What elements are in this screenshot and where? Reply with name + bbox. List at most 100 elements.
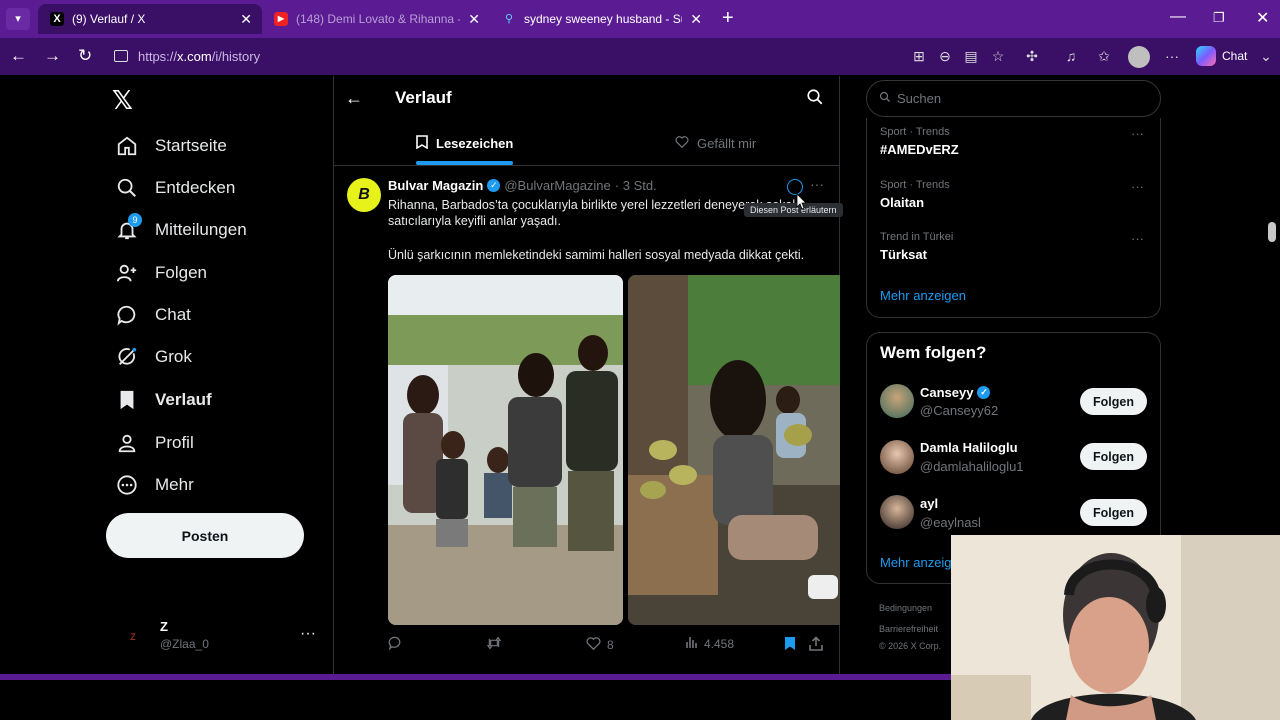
account-handle[interactable]: @Zlaa_0	[160, 637, 209, 651]
sidebar-item-verlauf[interactable]: Verlauf	[114, 384, 212, 416]
tweet-more-icon[interactable]: ···	[810, 176, 824, 192]
footer-link[interactable]: Barrierefreiheit	[879, 624, 938, 634]
account-avatar[interactable]: Z	[122, 626, 144, 648]
footer-link[interactable]: Bedingungen	[879, 603, 932, 613]
search-icon[interactable]	[806, 88, 824, 111]
favorites-icon[interactable]: ✩	[1096, 48, 1112, 64]
suggestion-handle: @damlahaliloglu1	[920, 459, 1024, 474]
tab-title: (9) Verlauf / X	[72, 12, 146, 26]
settings-more-icon[interactable]: ···	[1164, 48, 1180, 64]
back-icon[interactable]: ←	[10, 46, 27, 66]
like-button[interactable]: 8	[586, 636, 614, 653]
sidebar-item-label: Startseite	[155, 136, 227, 155]
scrollbar-thumb[interactable]	[1268, 222, 1276, 242]
sidebar-item-mitteilungen[interactable]: 9 Mitteilungen	[114, 213, 247, 246]
sidebar-item-chat[interactable]: Chat	[114, 299, 191, 331]
close-window-icon[interactable]: ✕	[1256, 8, 1269, 28]
reply-button[interactable]	[388, 636, 409, 653]
tab-label: Gefällt mir	[697, 135, 757, 151]
browser-tab-active[interactable]: X (9) Verlauf / X ✕	[38, 4, 262, 34]
avatar[interactable]	[880, 495, 914, 529]
heart-icon	[586, 636, 601, 653]
back-arrow-icon[interactable]: ←	[345, 88, 363, 109]
sidebar-item-mehr[interactable]: Mehr	[114, 469, 194, 501]
notification-badge: 9	[128, 213, 142, 227]
tweet-author-avatar[interactable]: B	[347, 178, 381, 212]
suggestion-name[interactable]: Canseyy ✓	[920, 385, 994, 400]
forward-icon[interactable]: →	[44, 46, 61, 66]
tab-lesezeichen[interactable]: Lesezeichen	[416, 135, 513, 152]
bookmark-filled-icon[interactable]	[784, 636, 796, 656]
trend-more-icon[interactable]: ···	[1131, 126, 1144, 141]
tweet-author-handle[interactable]: @BulvarMagazine	[504, 178, 610, 193]
views-button[interactable]: 4.458	[686, 636, 734, 651]
show-more-suggestions-link[interactable]: Mehr anzeig	[880, 555, 952, 570]
suggestion-name[interactable]: Damla Haliloglu	[920, 440, 1018, 455]
trend-name[interactable]: Olaitan	[880, 195, 924, 210]
sidebar-item-profil[interactable]: Profil	[114, 427, 194, 459]
copilot-chat-label: Chat	[1222, 49, 1248, 63]
favorite-star-icon[interactable]: ☆	[990, 48, 1006, 64]
tweet-image-2[interactable]	[628, 275, 840, 625]
follow-button[interactable]: Folgen	[1080, 499, 1147, 526]
suggestion-name[interactable]: ayl	[920, 496, 938, 511]
webcam-overlay	[951, 535, 1280, 720]
more-circle-icon	[114, 472, 140, 498]
tweet-time[interactable]: · 3 Std.	[615, 178, 657, 193]
extensions-icon[interactable]: ✣	[1024, 48, 1040, 64]
sidebar-item-startseite[interactable]: Startseite	[114, 130, 227, 162]
close-tab-icon[interactable]: ✕	[690, 11, 702, 28]
trend-name[interactable]: Türksat	[880, 247, 927, 262]
copilot-chat-button[interactable]: Chat	[1196, 46, 1247, 66]
post-button[interactable]: Posten	[106, 513, 304, 558]
sidebar-item-folgen[interactable]: Folgen	[114, 257, 207, 289]
browser-toolbar: ← → ↻ https://x.com/i/history ⊞ ⊖ ▤ ☆ ✣ …	[0, 38, 1280, 75]
close-tab-icon[interactable]: ✕	[468, 11, 480, 28]
chat-icon	[114, 302, 140, 328]
browser-tab[interactable]: ▶ (148) Demi Lovato & Rihanna - St ✕	[262, 4, 490, 34]
app-available-icon[interactable]: ⊞	[911, 48, 927, 64]
follow-button[interactable]: Folgen	[1080, 443, 1147, 470]
sidebar-item-entdecken[interactable]: Entdecken	[114, 172, 235, 204]
browser-essentials-icon[interactable]: ♫	[1063, 48, 1079, 64]
follow-button[interactable]: Folgen	[1080, 388, 1147, 415]
show-more-trends-link[interactable]: Mehr anzeigen	[880, 288, 966, 303]
trend-more-icon[interactable]: ···	[1131, 231, 1144, 246]
share-icon[interactable]	[809, 636, 823, 656]
reader-view-icon[interactable]: ▤	[963, 48, 979, 64]
close-tab-icon[interactable]: ✕	[240, 11, 252, 28]
new-tab-icon[interactable]: +	[722, 8, 734, 28]
minimize-window-icon[interactable]: —	[1170, 8, 1186, 26]
account-name[interactable]: Z	[160, 619, 168, 634]
sidebar-item-grok[interactable]: Grok	[114, 341, 192, 373]
site-info-icon[interactable]	[114, 50, 128, 62]
trend-meta: Sport · Trends	[880, 126, 950, 138]
tooltip: Diesen Post erläutern	[744, 203, 843, 217]
repost-icon	[486, 636, 502, 653]
tweet-image-1[interactable]	[388, 275, 623, 625]
heart-outline-icon	[675, 135, 689, 151]
repost-button[interactable]	[486, 636, 508, 653]
browser-tab[interactable]: ⚲ sydney sweeney husband - Suchen ✕	[490, 4, 712, 34]
search-input[interactable]: Suchen	[866, 80, 1161, 117]
screen: ▾ X (9) Verlauf / X ✕ ▶ (148) Demi Lovat…	[0, 0, 1280, 720]
tab-gefaellt-mir[interactable]: Gefällt mir	[675, 135, 756, 151]
avatar[interactable]	[880, 384, 914, 418]
account-more-icon[interactable]: ···	[300, 625, 316, 643]
trend-more-icon[interactable]: ···	[1131, 179, 1144, 194]
trend-name[interactable]: #AMEDvERZ	[880, 142, 959, 157]
browser-profile-avatar[interactable]	[1128, 46, 1150, 68]
restore-window-icon[interactable]: ❐	[1213, 10, 1225, 26]
copilot-icon	[1196, 46, 1216, 66]
sidebar-toggle-icon[interactable]: ⌄	[1258, 48, 1274, 64]
tweet-text-second: Ünlü şarkıcının memleketindeki samimi ha…	[388, 248, 805, 262]
tweet-author-name[interactable]: Bulvar Magazin	[388, 178, 483, 193]
zoom-icon[interactable]: ⊖	[937, 48, 953, 64]
who-to-follow-title: Wem folgen?	[880, 343, 987, 362]
reload-icon[interactable]: ↻	[78, 46, 92, 66]
avatar[interactable]	[880, 440, 914, 474]
tab-actions-menu-button[interactable]: ▾	[6, 8, 30, 30]
x-logo-icon[interactable]: 𝕏	[112, 86, 133, 116]
sidebar-item-label: Entdecken	[155, 178, 236, 197]
bell-icon: 9	[114, 213, 142, 243]
